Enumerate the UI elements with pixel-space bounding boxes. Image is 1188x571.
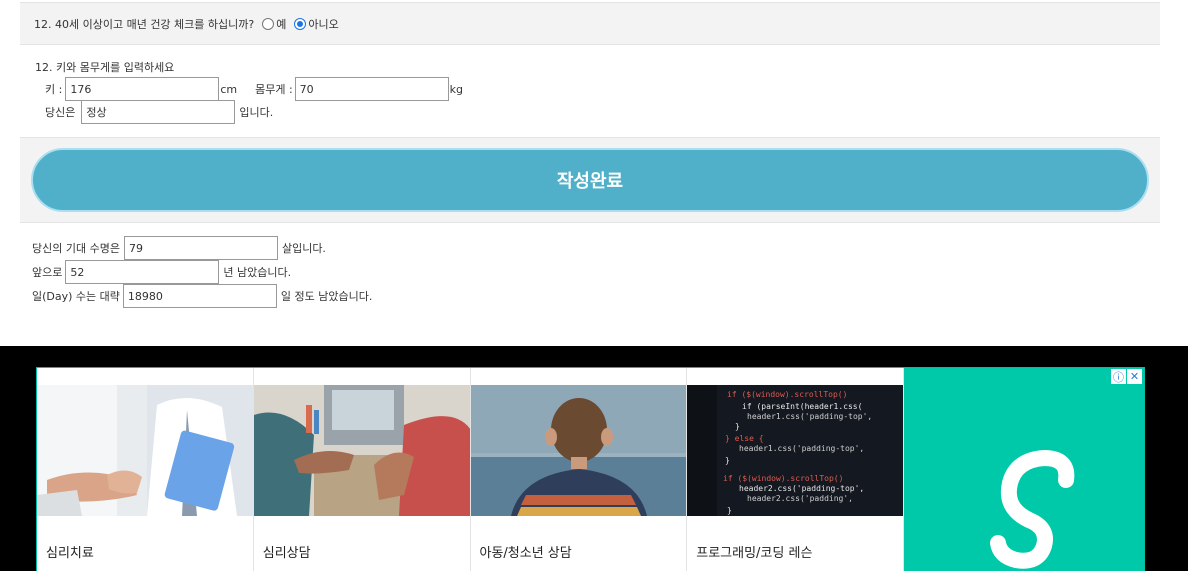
years-remaining-row: 앞으로 년 남았습니다. — [32, 260, 291, 284]
radio-no-label: 아니오 — [308, 17, 339, 31]
question-checkup-label: 12. 40세 이상이고 매년 건강 체크를 하십니까? — [34, 17, 255, 31]
ad-info-icon[interactable]: ⓘ — [1111, 369, 1126, 384]
height-weight-section: 12. 키와 몸무게를 입력하세요 키 : cm 몸무게 : kg 당신은 입니… — [20, 46, 1160, 136]
svg-text:header1.css('padding-top',: header1.css('padding-top', — [739, 444, 864, 453]
height-weight-title: 12. 키와 몸무게를 입력하세요 — [35, 61, 175, 74]
height-input[interactable] — [65, 77, 220, 101]
ad-tile-counseling[interactable]: 심리상담 — [253, 368, 471, 571]
ad-tile-therapy[interactable]: 심리치료 — [37, 368, 254, 571]
ad-inner: 심리치료 심리상담 아동/청소년 상담 if ($(window).scroll… — [36, 367, 1145, 571]
remain-label: 앞으로 — [32, 266, 63, 279]
ad-tile-label: 아동/청소년 상담 — [479, 546, 572, 561]
coding-lesson-image: if ($(window).scrollTop() if (parseInt(h… — [687, 385, 903, 516]
radio-no-circle[interactable] — [294, 17, 307, 30]
svg-text:} else {: } else { — [725, 434, 764, 443]
svg-text:header1.css('padding-top',: header1.css('padding-top', — [747, 412, 872, 421]
child-counseling-image — [470, 385, 687, 516]
bmi-status-row: 당신은 입니다. — [45, 100, 273, 124]
radio-yes-label: 예 — [276, 17, 287, 31]
brand-logo-icon — [990, 449, 1075, 569]
life-expectancy-input[interactable] — [123, 236, 278, 260]
ad-tile-label: 심리치료 — [46, 546, 94, 561]
svg-text:if (parseInt(header1.css(: if (parseInt(header1.css( — [742, 402, 862, 411]
ad-close-icon[interactable]: ✕ — [1127, 369, 1142, 384]
svg-text:header2.css('padding-top',: header2.css('padding-top', — [739, 484, 864, 493]
ad-tile-label: 프로그래밍/코딩 레슨 — [696, 546, 813, 561]
weight-unit: kg — [449, 82, 464, 96]
question-checkup-row: 12. 40세 이상이고 매년 건강 체크를 하십니까? 예 아니오 — [20, 2, 1160, 45]
svg-text:if ($(window).scrollTop(): if ($(window).scrollTop() — [723, 474, 843, 483]
ad-tile-coding-lesson[interactable]: if ($(window).scrollTop() if (parseInt(h… — [687, 368, 904, 571]
svg-text:if ($(window).scrollTop(): if ($(window).scrollTop() — [727, 390, 847, 399]
radio-no[interactable]: 아니오 — [294, 16, 339, 32]
height-unit: cm — [220, 82, 238, 96]
life-expectancy-row: 당신의 기대 수명은 살입니다. — [32, 236, 326, 260]
ad-tile-label: 심리상담 — [262, 546, 311, 561]
status-suffix: 입니다. — [239, 106, 274, 119]
submit-button[interactable]: 작성완료 — [31, 148, 1149, 212]
ad-banner: 심리치료 심리상담 아동/청소년 상담 if ($(window).scroll… — [0, 346, 1188, 571]
ad-controls: ⓘ ✕ — [1110, 369, 1142, 384]
years-remaining-input[interactable] — [65, 260, 220, 284]
svg-text:}: } — [725, 456, 730, 465]
svg-text:}: } — [727, 506, 732, 515]
weight-label: 몸무게 : — [255, 83, 293, 96]
days-label: 일(Day) 수는 대략 — [32, 290, 120, 303]
therapy-image — [37, 385, 253, 516]
ad-brand-panel[interactable]: ⓘ ✕ — [904, 368, 1144, 571]
life-label: 당신의 기대 수명은 — [32, 242, 120, 255]
life-suffix: 살입니다. — [281, 242, 326, 255]
height-weight-row: 키 : cm 몸무게 : kg — [45, 77, 463, 101]
svg-text:header2.css('padding',: header2.css('padding', — [747, 494, 853, 503]
ad-tile-child-counseling[interactable]: 아동/청소년 상담 — [470, 368, 688, 571]
height-label: 키 : — [45, 83, 63, 96]
weight-input[interactable] — [294, 77, 449, 101]
svg-text:}: } — [735, 422, 740, 431]
radio-yes-circle[interactable] — [262, 17, 275, 30]
counseling-image — [253, 385, 470, 516]
days-remaining-input[interactable] — [122, 284, 277, 308]
submit-section: 작성완료 — [20, 137, 1160, 223]
days-suffix: 일 정도 남았습니다. — [280, 290, 373, 303]
bmi-status-input[interactable] — [81, 100, 236, 124]
days-remaining-row: 일(Day) 수는 대략 일 정도 남았습니다. — [32, 284, 372, 308]
remain-suffix: 년 남았습니다. — [223, 266, 292, 279]
radio-yes[interactable]: 예 — [262, 16, 286, 32]
status-prefix: 당신은 — [45, 106, 76, 119]
